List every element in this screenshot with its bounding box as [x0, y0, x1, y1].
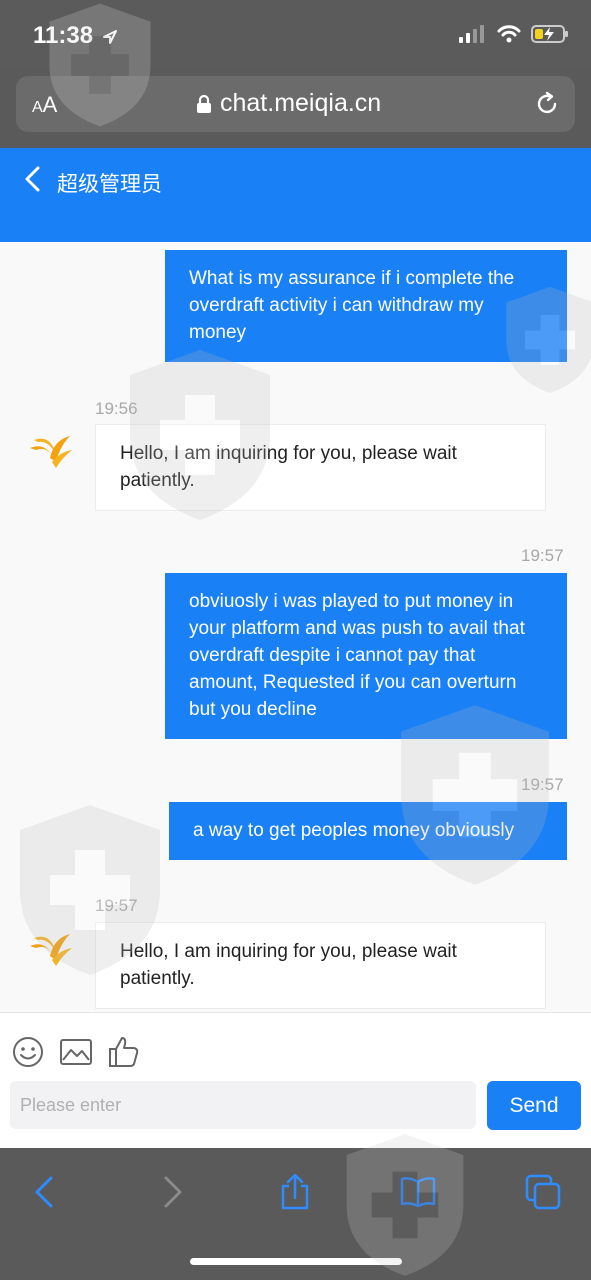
chat-title: 超级管理员: [57, 173, 162, 196]
location-arrow-icon: [102, 29, 117, 44]
message-timestamp: 19:57: [521, 546, 564, 565]
back-chevron-icon[interactable]: [22, 166, 46, 192]
chat-header: 超级管理员: [0, 148, 591, 242]
lock-icon: [197, 94, 211, 113]
tabs-icon[interactable]: [525, 1174, 561, 1210]
incoming-message: Hello, I am inquiring for you, please wa…: [95, 922, 546, 1009]
message-list[interactable]: What is my assurance if i complete the o…: [0, 242, 591, 1012]
url-text: chat.meiqia.cn: [220, 89, 382, 117]
agent-avatar: [30, 436, 72, 468]
forward-icon[interactable]: [154, 1174, 190, 1210]
message-input[interactable]: [10, 1081, 476, 1129]
signal-icon: [459, 25, 484, 43]
image-icon[interactable]: [59, 1035, 93, 1069]
outgoing-message: obviuosly i was played to put money in y…: [165, 573, 567, 739]
emoji-icon[interactable]: [11, 1035, 45, 1069]
message-timestamp: 19:57: [95, 896, 138, 915]
message-timestamp: 19:56: [95, 399, 138, 418]
thumbs-up-icon[interactable]: [106, 1035, 140, 1069]
status-bar: 11:38: [0, 0, 591, 70]
home-indicator: [190, 1258, 402, 1265]
address-bar[interactable]: AA chat.meiqia.cn: [16, 76, 575, 132]
incoming-message: Hello, I am inquiring for you, please wa…: [95, 424, 546, 511]
text-size-button[interactable]: AA: [32, 92, 57, 118]
share-icon[interactable]: [277, 1174, 313, 1210]
outgoing-message: a way to get peoples money obviously: [169, 802, 567, 860]
reload-icon[interactable]: [533, 90, 561, 118]
battery-icon: [531, 25, 568, 43]
status-icons: [459, 24, 569, 44]
back-icon[interactable]: [27, 1174, 63, 1210]
agent-avatar: [30, 934, 72, 966]
wifi-icon: [497, 25, 521, 43]
status-time: 11:38: [33, 22, 118, 50]
send-button[interactable]: Send: [487, 1081, 581, 1130]
bookmarks-icon[interactable]: [400, 1174, 436, 1210]
url-display[interactable]: chat.meiqia.cn: [196, 89, 381, 118]
outgoing-message: What is my assurance if i complete the o…: [165, 250, 567, 362]
message-timestamp: 19:57: [521, 775, 564, 794]
composer: Send: [0, 1012, 591, 1149]
